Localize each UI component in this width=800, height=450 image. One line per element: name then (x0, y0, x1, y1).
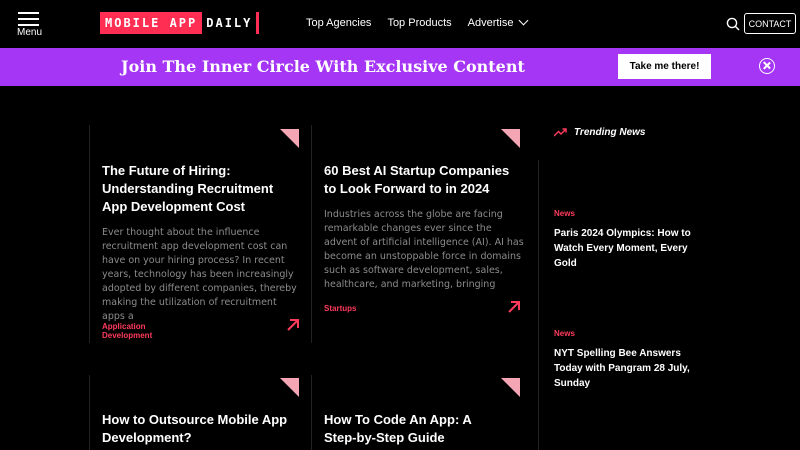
contact-button[interactable]: CONTACT (744, 13, 796, 34)
column-divider (89, 125, 90, 343)
trending-news-title: Trending News (574, 127, 646, 138)
news-category[interactable]: News (554, 329, 575, 338)
column-divider (538, 160, 539, 450)
promo-banner: Join The Inner Circle With Exclusive Con… (0, 48, 800, 86)
logo-primary: MOBILE APP (100, 12, 203, 34)
nav-advertise-label: Advertise (467, 17, 514, 29)
article-title[interactable]: How to Outsource Mobile App Development? (102, 411, 292, 447)
news-title[interactable]: Paris 2024 Olympics: How to Watch Every … (554, 226, 704, 271)
news-category[interactable]: News (554, 209, 575, 218)
article-title[interactable]: 60 Best AI Startup Companies to Look For… (324, 162, 524, 198)
article-category[interactable]: Startups (324, 304, 356, 313)
article-excerpt: Ever thought about the influence recruit… (102, 227, 297, 322)
card-corner-mark (501, 378, 520, 397)
nav-advertise[interactable]: Advertise (467, 15, 528, 29)
nav-top-products[interactable]: Top Products (387, 17, 451, 29)
article-title[interactable]: How To Code An App: A Step-by-Step Guide (324, 411, 504, 447)
card-corner-mark (280, 129, 299, 148)
news-title[interactable]: NYT Spelling Bee Answers Today with Pang… (554, 346, 704, 391)
column-divider (311, 125, 312, 343)
column-divider (89, 375, 90, 450)
trending-up-icon (554, 128, 567, 137)
close-circle-icon[interactable] (759, 58, 775, 74)
site-header: Menu MOBILE APP DAILY Top Agencies Top P… (0, 0, 800, 48)
search-icon[interactable] (726, 17, 740, 31)
logo-mark (256, 12, 260, 34)
site-logo[interactable]: MOBILE APP DAILY (100, 12, 260, 34)
menu-label[interactable]: Menu (17, 27, 42, 38)
card-corner-mark (501, 129, 520, 148)
banner-text: Join The Inner Circle With Exclusive Con… (121, 57, 525, 76)
column-divider (311, 375, 312, 450)
chevron-down-icon (518, 15, 528, 26)
main-nav: Top Agencies Top Products Advertise (306, 15, 528, 29)
arrow-up-right-icon[interactable] (286, 318, 300, 332)
take-me-there-button[interactable]: Take me there! (618, 54, 711, 79)
article-title[interactable]: The Future of Hiring: Understanding Recr… (102, 162, 292, 216)
nav-top-agencies[interactable]: Top Agencies (306, 17, 371, 29)
arrow-up-right-icon[interactable] (507, 300, 521, 314)
card-corner-mark (280, 378, 299, 397)
logo-secondary: DAILY (206, 16, 253, 30)
article-category[interactable]: Application Development (102, 322, 152, 340)
article-excerpt: Industries across the globe are facing r… (324, 209, 524, 290)
